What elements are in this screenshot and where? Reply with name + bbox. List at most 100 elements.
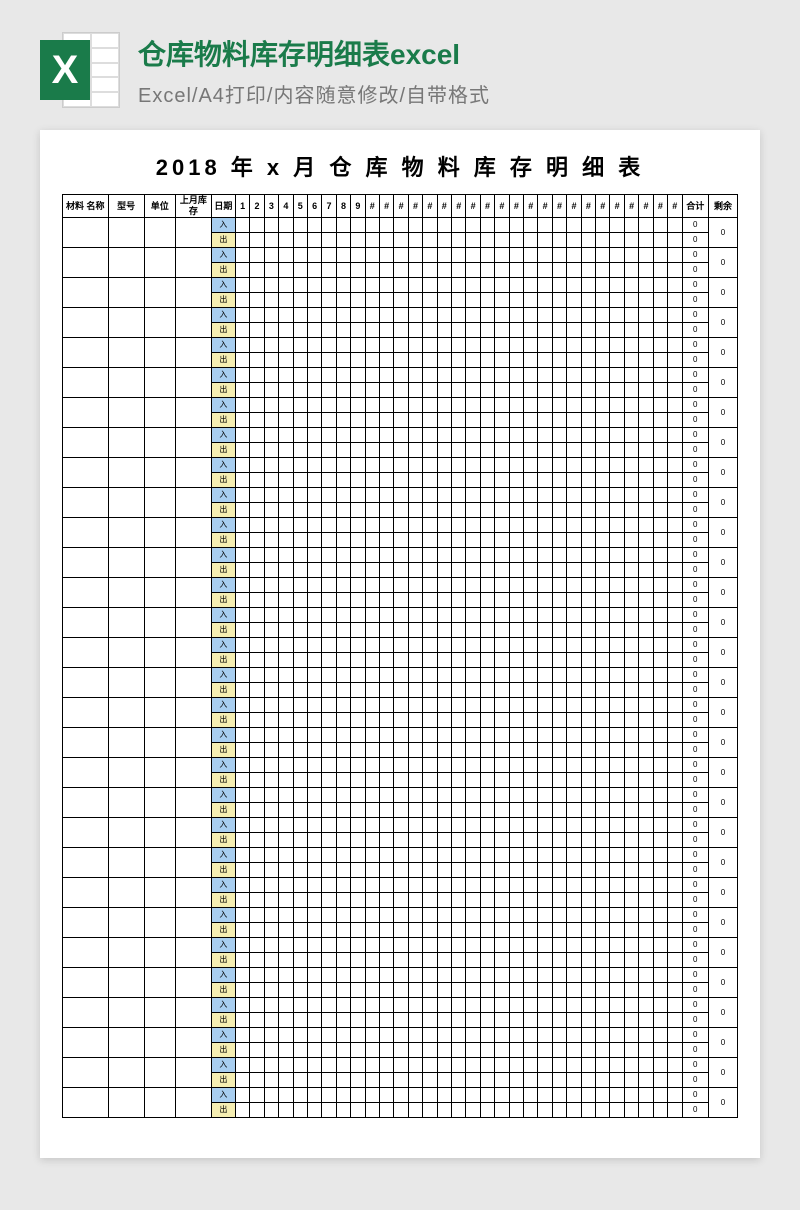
day-cell	[653, 773, 667, 788]
day-cell	[639, 518, 653, 533]
day-cell	[480, 293, 494, 308]
page-title: 仓库物料库存明细表excel	[138, 33, 490, 73]
day-cell	[235, 743, 249, 758]
day-cell	[668, 413, 682, 428]
day-cell	[336, 923, 350, 938]
day-cell	[423, 818, 437, 833]
cell-prev	[175, 848, 211, 878]
total-cell: 0	[682, 923, 708, 938]
day-cell	[610, 788, 624, 803]
day-cell	[668, 953, 682, 968]
day-cell	[610, 458, 624, 473]
day-cell	[365, 1088, 379, 1103]
day-cell	[379, 833, 393, 848]
day-cell	[264, 1028, 278, 1043]
day-cell	[293, 968, 307, 983]
day-cell	[567, 293, 581, 308]
day-cell	[624, 308, 638, 323]
day-cell	[624, 908, 638, 923]
out-label-cell: 出	[211, 893, 235, 908]
day-cell	[509, 773, 523, 788]
day-cell	[250, 1043, 264, 1058]
day-cell	[336, 218, 350, 233]
day-cell	[293, 533, 307, 548]
cell-unit	[144, 248, 175, 278]
day-cell	[279, 698, 293, 713]
out-label-cell: 出	[211, 533, 235, 548]
day-cell	[351, 263, 365, 278]
day-cell	[279, 773, 293, 788]
cell-material	[63, 458, 109, 488]
day-cell	[307, 503, 321, 518]
day-cell	[668, 713, 682, 728]
day-cell	[379, 998, 393, 1013]
day-cell	[293, 758, 307, 773]
day-cell	[322, 998, 336, 1013]
day-cell	[351, 368, 365, 383]
cell-material	[63, 818, 109, 848]
day-cell	[624, 743, 638, 758]
day-cell	[235, 833, 249, 848]
day-cell	[264, 353, 278, 368]
day-cell	[336, 548, 350, 563]
day-cell	[437, 848, 451, 863]
day-cell	[509, 653, 523, 668]
total-cell: 0	[682, 263, 708, 278]
day-cell	[624, 818, 638, 833]
day-cell	[567, 323, 581, 338]
day-cell	[596, 473, 610, 488]
day-cell	[639, 863, 653, 878]
cell-material	[63, 668, 109, 698]
day-cell	[264, 833, 278, 848]
day-cell	[653, 593, 667, 608]
day-cell	[509, 1073, 523, 1088]
day-cell	[466, 638, 480, 653]
day-cell	[250, 608, 264, 623]
day-cell	[495, 698, 509, 713]
day-cell	[581, 1043, 595, 1058]
day-cell	[423, 248, 437, 263]
day-cell	[538, 908, 552, 923]
day-cell	[307, 623, 321, 638]
day-cell	[509, 338, 523, 353]
day-cell	[610, 368, 624, 383]
day-cell	[639, 533, 653, 548]
day-cell	[452, 458, 466, 473]
total-cell: 0	[682, 728, 708, 743]
day-cell	[524, 1088, 538, 1103]
day-cell	[394, 923, 408, 938]
day-cell	[322, 608, 336, 623]
day-cell	[480, 1013, 494, 1028]
day-cell	[610, 473, 624, 488]
day-cell	[552, 668, 566, 683]
day-cell	[567, 458, 581, 473]
day-cell	[466, 398, 480, 413]
cell-unit	[144, 908, 175, 938]
day-cell	[452, 608, 466, 623]
cell-material	[63, 1028, 109, 1058]
day-cell	[293, 998, 307, 1013]
in-label-cell: 入	[211, 638, 235, 653]
day-cell	[423, 1058, 437, 1073]
out-label-cell: 出	[211, 653, 235, 668]
out-label-cell: 出	[211, 833, 235, 848]
out-label-cell: 出	[211, 1103, 235, 1118]
day-cell	[437, 248, 451, 263]
day-cell	[423, 848, 437, 863]
day-cell	[322, 263, 336, 278]
day-cell	[668, 248, 682, 263]
day-cell	[509, 938, 523, 953]
remain-cell: 0	[708, 998, 737, 1028]
day-cell	[538, 728, 552, 743]
in-label-cell: 入	[211, 458, 235, 473]
day-cell	[624, 578, 638, 593]
day-cell	[351, 383, 365, 398]
day-cell	[452, 413, 466, 428]
out-label-cell: 出	[211, 383, 235, 398]
day-cell	[552, 833, 566, 848]
day-cell	[250, 923, 264, 938]
day-cell	[379, 803, 393, 818]
day-cell	[279, 323, 293, 338]
day-cell	[639, 668, 653, 683]
day-cell	[379, 1103, 393, 1118]
